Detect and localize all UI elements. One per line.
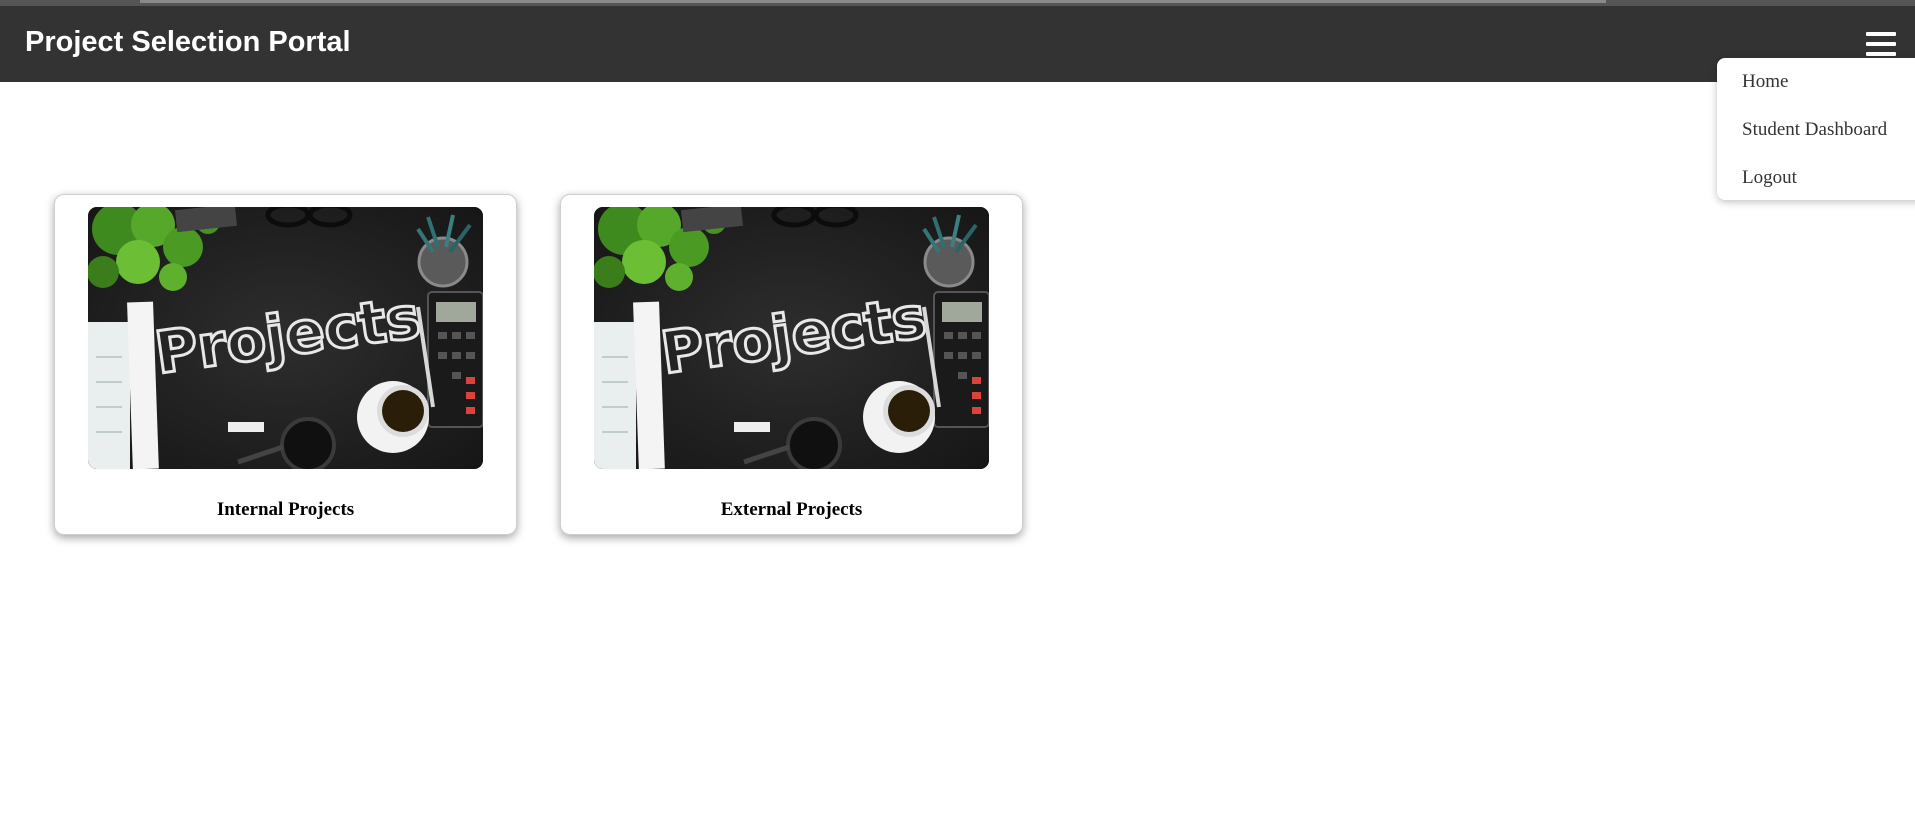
menu-item-logout[interactable]: Logout (1742, 167, 1797, 189)
coffee-cup-icon (357, 381, 429, 453)
nav-dropdown-menu: Home Student Dashboard Logout (1717, 58, 1915, 200)
menu-item-student-dashboard[interactable]: Student Dashboard (1742, 119, 1887, 141)
calculator-icon (427, 291, 483, 428)
internal-projects-label: Internal Projects (216, 499, 355, 520)
horizontal-scrollbar[interactable] (140, 0, 1606, 3)
internal-projects-card[interactable]: Projects Internal Projects (54, 194, 517, 535)
page-title: Project Selection Portal (25, 26, 351, 58)
external-projects-card[interactable]: Projects External Projects (560, 194, 1023, 535)
notepad-icon (88, 301, 159, 469)
coffee-cup-icon (863, 381, 935, 453)
calculator-icon (933, 291, 989, 428)
menu-item-home[interactable]: Home (1742, 71, 1788, 93)
hamburger-menu-icon[interactable] (1866, 30, 1896, 58)
external-projects-label: External Projects (720, 499, 863, 520)
projects-image: Projects (594, 207, 989, 469)
top-navbar: Project Selection Portal (0, 6, 1915, 82)
projects-image: Projects (88, 207, 483, 469)
notepad-icon (594, 301, 665, 469)
